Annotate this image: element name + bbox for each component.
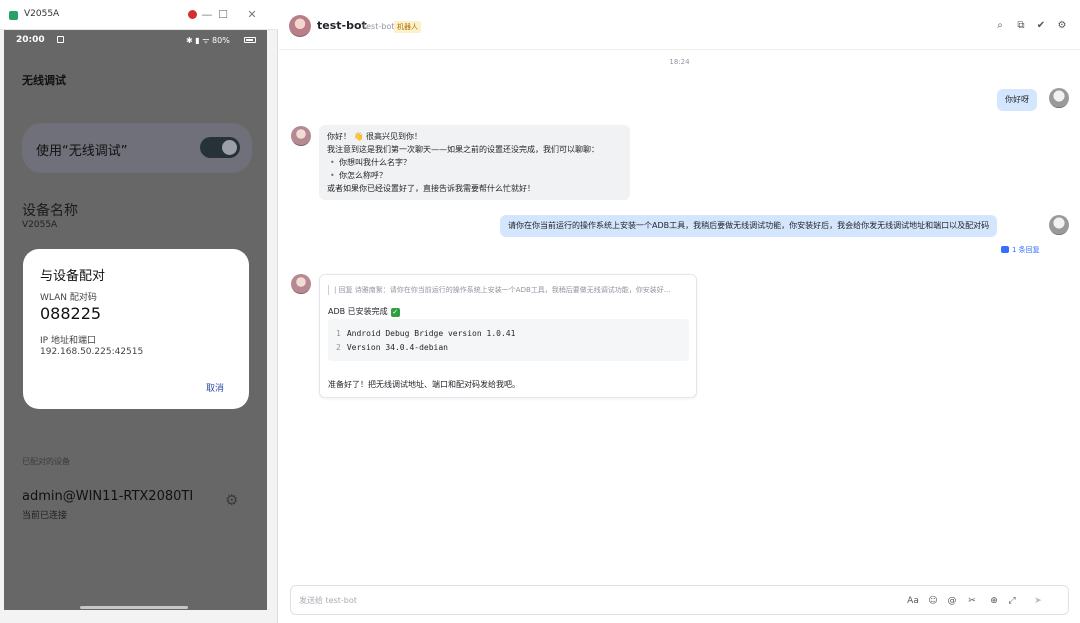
bot-message[interactable]: 你好！ 👋 很高兴见到你！ 我注意到这是我们第一次聊天——如果之前的设置还没完成… — [319, 125, 630, 200]
wireless-debug-toggle-row[interactable]: 使用“无线调试” — [22, 123, 252, 173]
expand-icon[interactable]: ⤢ — [1005, 594, 1019, 608]
paired-device-name[interactable]: admin@WIN11-RTX2080TI — [22, 489, 193, 504]
status-time: 20:00 — [16, 35, 45, 45]
cancel-button[interactable]: 取消 — [206, 381, 224, 394]
message-text: 或者如果你已经设置好了，直接告诉我需要帮什么忙就好！ — [327, 184, 535, 193]
chat-header: test-bot test-bot 机器人 ⌕ ⧉ ✔ ⚙ — [279, 0, 1080, 50]
device-name-value: V2055A — [22, 220, 58, 230]
dialog-title: 与设备配对 — [40, 269, 106, 284]
notification-dot-icon — [188, 10, 197, 19]
message-text: 你好！ 👋 很高兴见到你！ — [327, 132, 423, 141]
battery-icon — [244, 37, 256, 43]
code-line: 1 Android Debug Bridge version 1.0.41 — [336, 327, 681, 341]
line-number: 1 — [336, 329, 341, 338]
reply-count: 1 条回复 — [1012, 246, 1040, 254]
line-number: 2 — [336, 343, 341, 352]
bot-avatar[interactable] — [291, 274, 311, 294]
pairing-code: 088225 — [40, 304, 102, 323]
user-message[interactable]: 请你在你当前运行的操作系统上安装一个ADB工具，我稍后要做无线调试功能，你安装好… — [500, 215, 998, 237]
screen-title: 无线调试 — [22, 74, 66, 87]
user-avatar[interactable] — [1049, 88, 1069, 108]
code-text: Android Debug Bridge version 1.0.41 — [346, 329, 516, 338]
status-bar: 20:00 ✱ ▮ ᯤ 80% — [4, 30, 267, 52]
bot-badge: 机器人 — [394, 21, 421, 33]
message-text: 准备好了！把无线调试地址、端口和配对码发给我吧。 — [328, 380, 520, 389]
list-item: 你想叫我什么名字？ — [327, 156, 622, 169]
window-icon[interactable]: ⧉ — [1014, 19, 1028, 33]
paired-devices-label: 已配对的设备 — [22, 457, 70, 466]
bot-avatar[interactable] — [289, 15, 311, 37]
close-button[interactable]: ✕ — [243, 6, 261, 24]
code-line: 2 Version 34.0.4-debian — [336, 341, 681, 355]
wireless-debug-switch[interactable] — [200, 137, 240, 158]
screenshot-icon[interactable]: ✂ — [965, 594, 979, 608]
pair-device-dialog: 与设备配对 WLAN 配对码 088225 IP 地址和端口 192.168.5… — [23, 249, 249, 409]
app-icon — [9, 11, 18, 20]
mention-icon[interactable]: @ — [945, 594, 959, 608]
quoted-reply[interactable]: | 回复 诗雅南絮：请你在你当前运行的操作系统上安装一个ADB工具，我稍后要做无… — [328, 285, 688, 295]
user-message[interactable]: 你好呀 — [997, 89, 1037, 111]
message-composer: Aa ☺ @ ✂ ⊕ ⤢ ➤ — [290, 585, 1069, 615]
user-avatar[interactable] — [1049, 215, 1069, 235]
gear-icon[interactable]: ⚙ — [225, 493, 238, 508]
chat-handle: test-bot — [363, 22, 395, 31]
emoji-icon[interactable]: ☺ — [926, 594, 940, 608]
toggle-label: 使用“无线调试” — [36, 144, 128, 159]
check-icon[interactable]: ✔ — [1034, 19, 1048, 33]
message-input[interactable] — [299, 593, 859, 607]
device-name-label: 设备名称 — [22, 203, 78, 219]
add-icon[interactable]: ⊕ — [987, 594, 1001, 608]
maximize-button[interactable]: ☐ — [214, 6, 232, 24]
reply-icon — [1001, 246, 1009, 253]
list-item: 你怎么称呼？ — [327, 169, 622, 182]
scrollbar[interactable] — [80, 606, 188, 609]
thread-replies-link[interactable]: 1 条回复 — [1001, 245, 1040, 255]
settings-gear-icon[interactable]: ⚙ — [1055, 19, 1069, 33]
status-icons: ✱ ▮ ᯤ 80% — [186, 36, 230, 45]
message-timestamp: 18:24 — [669, 58, 690, 66]
send-icon[interactable]: ➤ — [1031, 594, 1045, 608]
window-titlebar[interactable]: V2055A — ☐ ✕ — [0, 0, 278, 30]
install-status: ADB 已安装完成 ✓ — [328, 306, 400, 317]
notification-icon — [57, 36, 64, 43]
message-text: 我注意到这是我们第一次聊天——如果之前的设置还没完成，我们可以聊聊： — [327, 145, 599, 154]
message-list: 你想叫我什么名字？ 你怎么称呼？ — [327, 156, 622, 182]
paired-device-status: 当前已连接 — [22, 511, 68, 521]
text-format-icon[interactable]: Aa — [906, 594, 920, 608]
search-icon[interactable]: ⌕ — [993, 19, 1007, 33]
check-mark-icon: ✓ — [390, 308, 400, 317]
ip-port-value: 192.168.50.225:42515 — [40, 347, 144, 357]
window-title: V2055A — [24, 9, 60, 19]
code-block[interactable]: 1 Android Debug Bridge version 1.0.41 2 Ve… — [328, 319, 689, 361]
pairing-code-label: WLAN 配对码 — [40, 293, 97, 303]
switch-knob — [222, 140, 237, 155]
chat-name[interactable]: test-bot — [317, 19, 367, 32]
ip-port-label: IP 地址和端口 — [40, 336, 96, 346]
status-text: ADB 已安装完成 — [328, 307, 388, 316]
bot-reply-card[interactable]: | 回复 诗雅南絮：请你在你当前运行的操作系统上安装一个ADB工具，我稍后要做无… — [319, 274, 697, 398]
phone-screen: 20:00 ✱ ▮ ᯤ 80% 无线调试 使用“无线调试” 设备名称 V2055… — [4, 30, 267, 610]
phone-mirror-window: V2055A — ☐ ✕ 20:00 ✱ ▮ ᯤ 80% 无线调试 使用“无线调… — [0, 0, 278, 623]
code-text: Version 34.0.4-debian — [346, 343, 448, 352]
chat-window: test-bot test-bot 机器人 ⌕ ⧉ ✔ ⚙ 18:24 你好呀 … — [279, 0, 1080, 623]
bot-avatar[interactable] — [291, 126, 311, 146]
